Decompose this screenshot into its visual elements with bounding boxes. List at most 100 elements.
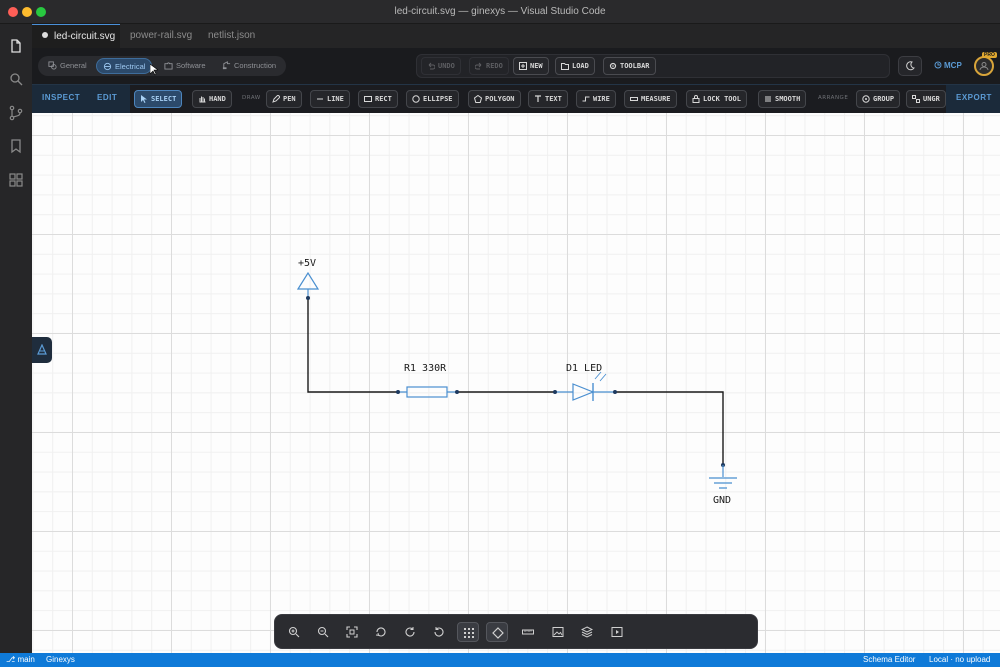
snap-toggle-button[interactable] bbox=[486, 622, 508, 642]
shapes-icon bbox=[48, 61, 57, 70]
tab-led-circuit[interactable]: led-circuit.svg bbox=[32, 24, 120, 48]
rect-tool-button[interactable]: RECT bbox=[358, 90, 398, 108]
new-button[interactable]: NEW bbox=[513, 57, 549, 75]
tool-row: INSPECT EDIT SELECT HAND DRAW PEN LINE R… bbox=[32, 84, 1000, 113]
tool-label: RECT bbox=[375, 95, 392, 103]
inspect-link[interactable]: INSPECT bbox=[42, 93, 80, 102]
group-button[interactable]: GROUP bbox=[856, 90, 901, 108]
pen-icon bbox=[272, 95, 280, 103]
select-tool-button[interactable]: SELECT bbox=[134, 90, 183, 108]
reset-zoom-button[interactable] bbox=[370, 622, 392, 642]
zoom-in-button[interactable] bbox=[283, 622, 305, 642]
theme-toggle-button[interactable] bbox=[898, 56, 922, 76]
source-control-icon[interactable] bbox=[8, 105, 24, 121]
redo-button[interactable]: REDO bbox=[469, 57, 509, 75]
measure-tool-button[interactable]: MEASURE bbox=[624, 90, 677, 108]
sync-status[interactable]: Local · no upload bbox=[929, 655, 990, 664]
mode-tab-general[interactable]: General bbox=[42, 58, 93, 74]
layers-button[interactable] bbox=[576, 622, 598, 642]
ungroup-button[interactable]: UNGR bbox=[906, 90, 946, 108]
toolbar-label: TOOLBAR bbox=[620, 62, 650, 70]
hand-icon bbox=[199, 96, 206, 103]
moon-icon bbox=[906, 61, 915, 71]
rotate-cw-button[interactable] bbox=[399, 622, 421, 642]
text-icon bbox=[535, 95, 541, 102]
fit-view-button[interactable] bbox=[341, 622, 363, 642]
mode-tab-label: Electrical bbox=[115, 62, 146, 71]
export-link[interactable]: EXPORT bbox=[956, 93, 992, 102]
mode-tab-label: Construction bbox=[234, 61, 277, 70]
arrange-group-label: ARRANGE bbox=[818, 95, 849, 101]
wire-tool-button[interactable]: WIRE bbox=[576, 90, 616, 108]
branch-icon: ⎇ bbox=[6, 655, 18, 664]
gear-icon bbox=[609, 62, 617, 70]
mode-tab-software[interactable]: Software bbox=[158, 58, 212, 74]
side-panel-handle[interactable] bbox=[32, 337, 52, 363]
tab-power-rail[interactable]: power-rail.svg bbox=[120, 24, 198, 48]
new-label: NEW bbox=[530, 62, 543, 70]
extensions-icon[interactable] bbox=[8, 172, 24, 188]
tool-label: GROUP bbox=[873, 95, 895, 103]
tab-label: led-circuit.svg bbox=[54, 31, 116, 42]
unsaved-dot-icon bbox=[42, 32, 48, 38]
undo-icon bbox=[428, 62, 435, 70]
lock-tool-button[interactable]: LOCK TOOL bbox=[686, 90, 747, 108]
play-icon bbox=[611, 627, 623, 637]
ground-symbol[interactable] bbox=[709, 463, 737, 489]
zoom-out-button[interactable] bbox=[312, 622, 334, 642]
hand-tool-button[interactable]: HAND bbox=[192, 90, 232, 108]
undo-button[interactable]: UNDO bbox=[421, 57, 461, 75]
zoom-out-icon bbox=[317, 626, 329, 638]
edit-link[interactable]: EDIT bbox=[97, 93, 117, 102]
git-branch[interactable]: ⎇ main bbox=[6, 655, 35, 664]
avatar[interactable] bbox=[974, 56, 994, 76]
grid-toggle-button[interactable] bbox=[457, 622, 479, 642]
pen-tool-button[interactable]: PEN bbox=[266, 90, 302, 108]
image-export-button[interactable] bbox=[547, 622, 569, 642]
toolbar-button[interactable]: TOOLBAR bbox=[603, 57, 656, 75]
ruler-toggle-button[interactable] bbox=[517, 622, 539, 642]
line-tool-button[interactable]: LINE bbox=[310, 90, 350, 108]
crane-icon bbox=[222, 61, 231, 70]
smooth-tool-button[interactable]: SMOOTH bbox=[758, 90, 807, 108]
resistor-r1[interactable] bbox=[396, 386, 459, 398]
bookmark-icon[interactable] bbox=[8, 138, 24, 154]
gnd-label: GND bbox=[713, 495, 731, 506]
mode-tab-electrical[interactable]: Electrical bbox=[96, 58, 153, 74]
tool-label: TEXT bbox=[545, 95, 562, 103]
wire-vcc-to-r1[interactable] bbox=[307, 298, 398, 393]
schematic-canvas[interactable]: +5V R1 330R D1 LED GND bbox=[32, 113, 1000, 653]
vcc-symbol[interactable] bbox=[296, 271, 320, 300]
rotate-ccw-icon bbox=[434, 627, 444, 637]
draw-group-label: DRAW bbox=[242, 95, 261, 101]
led-d1[interactable] bbox=[553, 371, 617, 401]
puzzle-icon bbox=[164, 62, 173, 70]
wire-d1-to-gnd[interactable] bbox=[615, 391, 724, 465]
text-tool-button[interactable]: TEXT bbox=[528, 90, 568, 108]
tool-label: WIRE bbox=[593, 95, 610, 103]
redo-icon bbox=[475, 62, 482, 70]
present-button[interactable] bbox=[606, 622, 628, 642]
status-bar: ⎇ main Ginexys Schema Editor Local · no … bbox=[0, 653, 1000, 667]
project-name[interactable]: Ginexys bbox=[46, 655, 75, 664]
mcp-status[interactable]: MCP bbox=[934, 61, 962, 70]
view-toolbar bbox=[274, 614, 758, 649]
explorer-icon[interactable] bbox=[8, 38, 24, 54]
ellipse-tool-button[interactable]: ELLIPSE bbox=[406, 90, 459, 108]
rotate-ccw-button[interactable] bbox=[428, 622, 450, 642]
load-label: LOAD bbox=[572, 62, 589, 70]
tool-label: LINE bbox=[327, 95, 344, 103]
mcp-label: MCP bbox=[944, 61, 962, 70]
grid-dots-icon bbox=[464, 628, 474, 638]
tab-netlist[interactable]: netlist.json bbox=[198, 24, 270, 48]
polygon-tool-button[interactable]: POLYGON bbox=[468, 90, 521, 108]
editor-mode-status[interactable]: Schema Editor bbox=[863, 655, 915, 664]
image-icon bbox=[552, 627, 564, 637]
mode-tab-construction[interactable]: Construction bbox=[216, 58, 282, 74]
pro-badge: PRO bbox=[982, 52, 997, 58]
vscode-window: led-circuit.svg — ginexys — Visual Studi… bbox=[0, 0, 1000, 667]
vcc-label: +5V bbox=[298, 258, 316, 269]
load-button[interactable]: LOAD bbox=[555, 57, 595, 75]
tool-label: HAND bbox=[209, 95, 226, 103]
search-icon[interactable] bbox=[8, 71, 24, 87]
